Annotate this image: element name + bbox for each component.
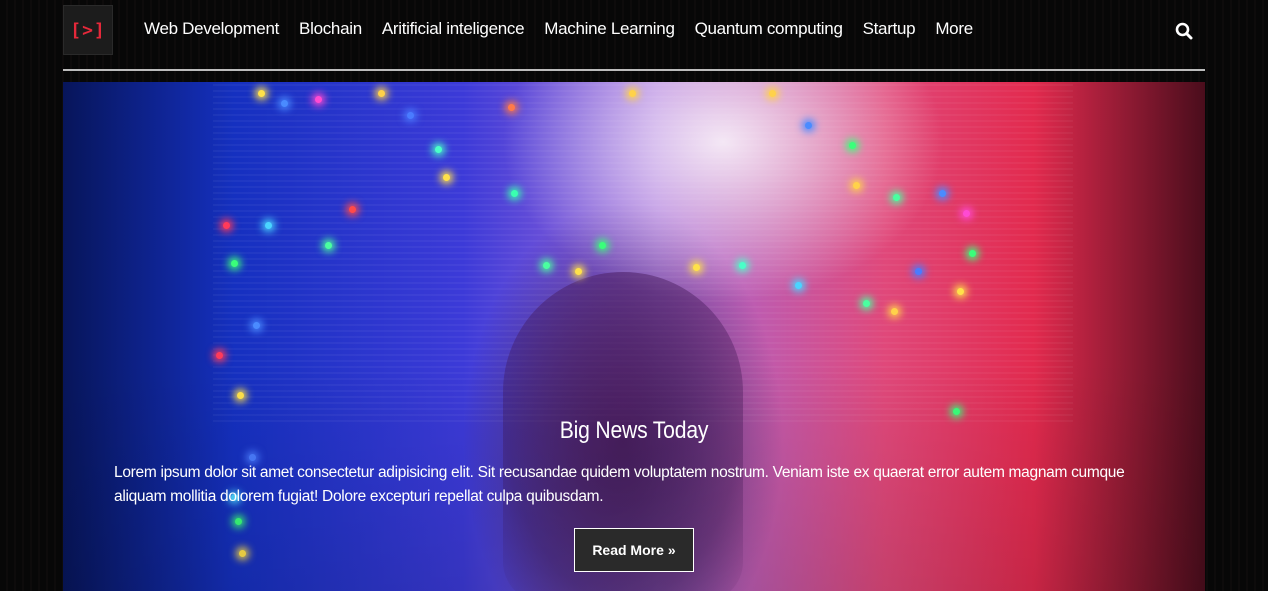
nav-item-more[interactable]: More: [935, 19, 973, 38]
nav-item-quantum-computing[interactable]: Quantum computing: [695, 19, 843, 38]
read-more-button[interactable]: Read More »: [574, 528, 694, 572]
site-logo[interactable]: [>]: [63, 5, 113, 55]
hero-banner: Big News Today Lorem ipsum dolor sit ame…: [63, 82, 1205, 591]
hero-overlay: [63, 82, 1205, 591]
nav-item-startup[interactable]: Startup: [863, 19, 916, 38]
read-more-label: Read More: [592, 542, 664, 558]
top-navbar: [>] Web Development Blochain Aritificial…: [63, 0, 1205, 71]
nav-links: Web Development Blochain Aritificial int…: [144, 19, 993, 39]
hero-description: Lorem ipsum dolor sit amet consectetur a…: [114, 464, 1125, 505]
search-icon: [1175, 22, 1193, 40]
search-button[interactable]: [1175, 22, 1195, 42]
logo-text: [>]: [70, 19, 106, 41]
nav-item-artificial-intelligence[interactable]: Aritificial inteligence: [382, 19, 525, 38]
nav-item-blockchain[interactable]: Blochain: [299, 19, 362, 38]
hero-title: Big News Today: [559, 417, 709, 444]
double-chevron-right-icon: »: [667, 542, 676, 558]
nav-item-machine-learning[interactable]: Machine Learning: [544, 19, 675, 38]
nav-item-web-development[interactable]: Web Development: [144, 19, 279, 38]
